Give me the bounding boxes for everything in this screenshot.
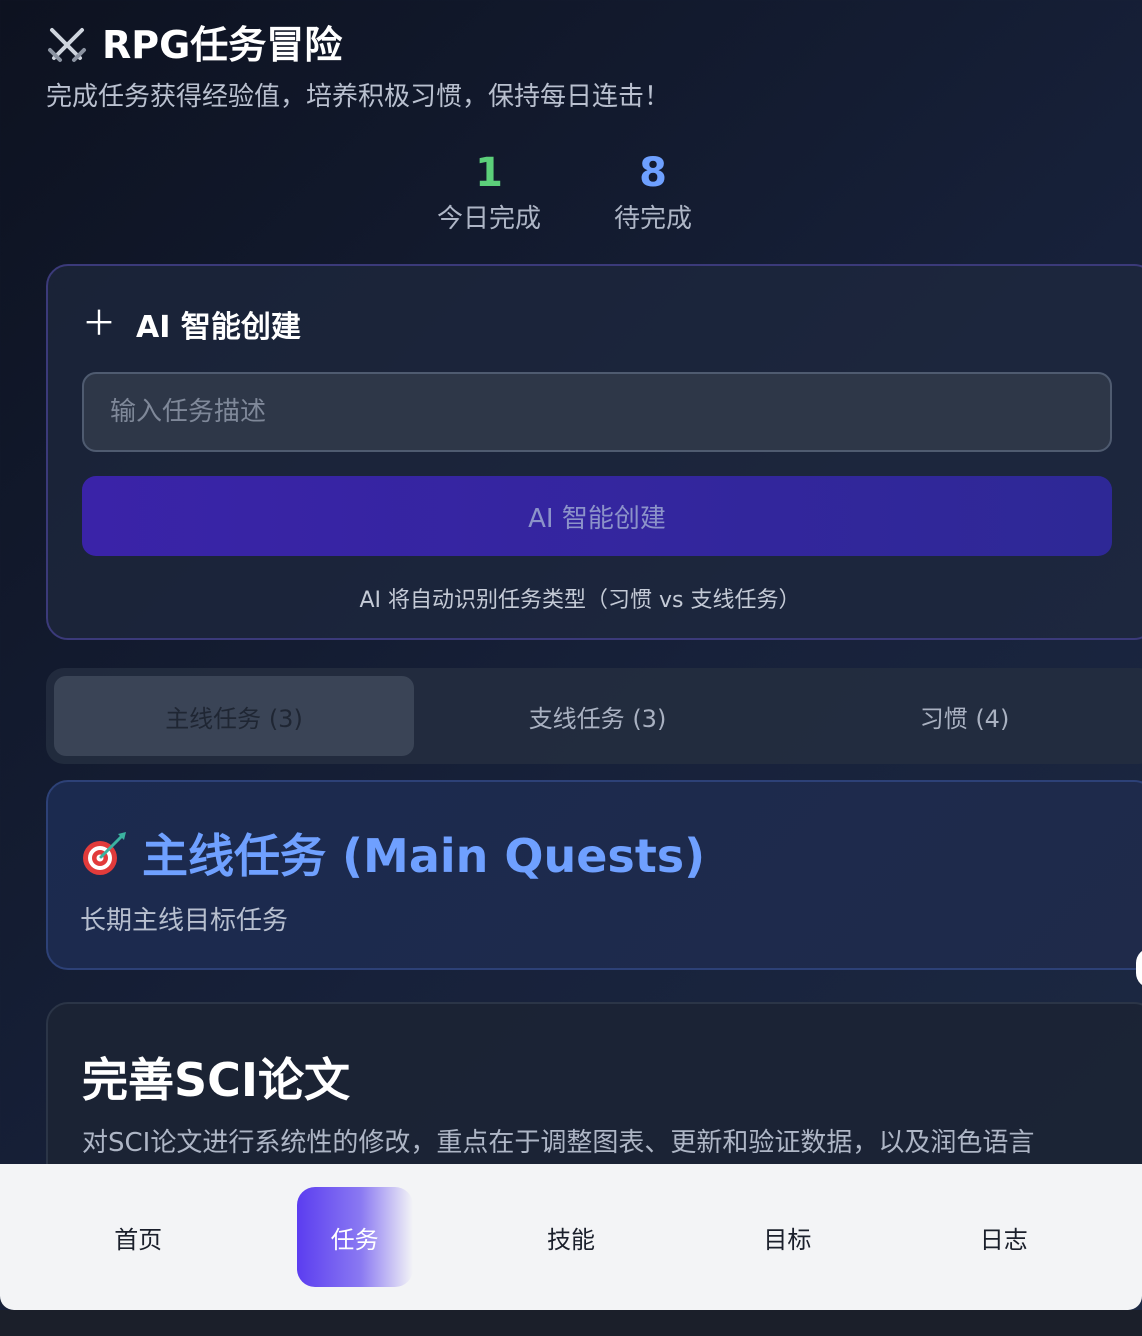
ai-create-heading-text: AI 智能创建 (136, 310, 301, 345)
section-description: 长期主线目标任务 (80, 906, 289, 936)
plus-icon: ＋ (82, 304, 116, 344)
stat-completed-today: 1 今日完成 (431, 150, 547, 235)
nav-skills[interactable]: 技能 (513, 1187, 629, 1287)
nav-journal[interactable]: 日志 (946, 1187, 1062, 1287)
ai-create-hint: AI 将自动识别任务类型（习惯 vs 支线任务） (359, 588, 801, 613)
task-description: 对SCI论文进行系统性的修改，重点在于调整图表、更新和验证数据，以及润色语言 (82, 1128, 1035, 1158)
bottom-navigation: 首页 任务 技能 目标 日志 (0, 1164, 1142, 1310)
target-dart-icon (83, 832, 126, 875)
section-title-row: 主线任务 (Main Quests) (80, 820, 705, 886)
stat-pending-label: 待完成 (613, 204, 692, 234)
ai-create-button[interactable]: AI 智能创建 (82, 476, 1112, 556)
app-title-row: RPG任务冒险 (46, 22, 1102, 68)
stat-pending: 8 待完成 (595, 150, 711, 235)
crossed-swords-icon (48, 28, 86, 62)
tab-main-quests[interactable]: 主线任务 (3) (54, 676, 414, 756)
stat-completed-label: 今日完成 (436, 204, 541, 234)
quest-tabs: 主线任务 (3) 支线任务 (3) 习惯 (4) (46, 668, 1142, 764)
tab-habits[interactable]: 习惯 (4) (781, 676, 1142, 756)
ai-create-card: ＋ AI 智能创建 AI 智能创建 AI 将自动识别任务类型（习惯 vs 支线任… (46, 264, 1142, 640)
nav-goals[interactable]: 目标 (729, 1187, 845, 1287)
nav-home[interactable]: 首页 (80, 1187, 196, 1287)
bottom-strip (0, 1310, 1142, 1336)
app-header: RPG任务冒险 完成任务获得经验值，培养积极习惯，保持每日连击！ (46, 22, 1102, 113)
task-description-input[interactable] (82, 372, 1112, 452)
stats-summary: 1 今日完成 8 待完成 (0, 150, 1142, 235)
task-title: 完善SCI论文 (82, 1053, 351, 1107)
tab-side-quests[interactable]: 支线任务 (3) (414, 676, 781, 756)
ai-create-heading: ＋ AI 智能创建 (82, 302, 301, 346)
main-quests-section-header: 主线任务 (Main Quests) 长期主线目标任务 (46, 780, 1142, 970)
app-subtitle: 完成任务获得经验值，培养积极习惯，保持每日连击！ (46, 82, 671, 112)
stat-pending-value: 8 (639, 150, 667, 196)
stat-completed-value: 1 (475, 150, 503, 196)
app-title: RPG任务冒险 (102, 23, 343, 67)
section-title: 主线任务 (Main Quests) (142, 829, 706, 883)
nav-tasks[interactable]: 任务 (296, 1187, 413, 1287)
